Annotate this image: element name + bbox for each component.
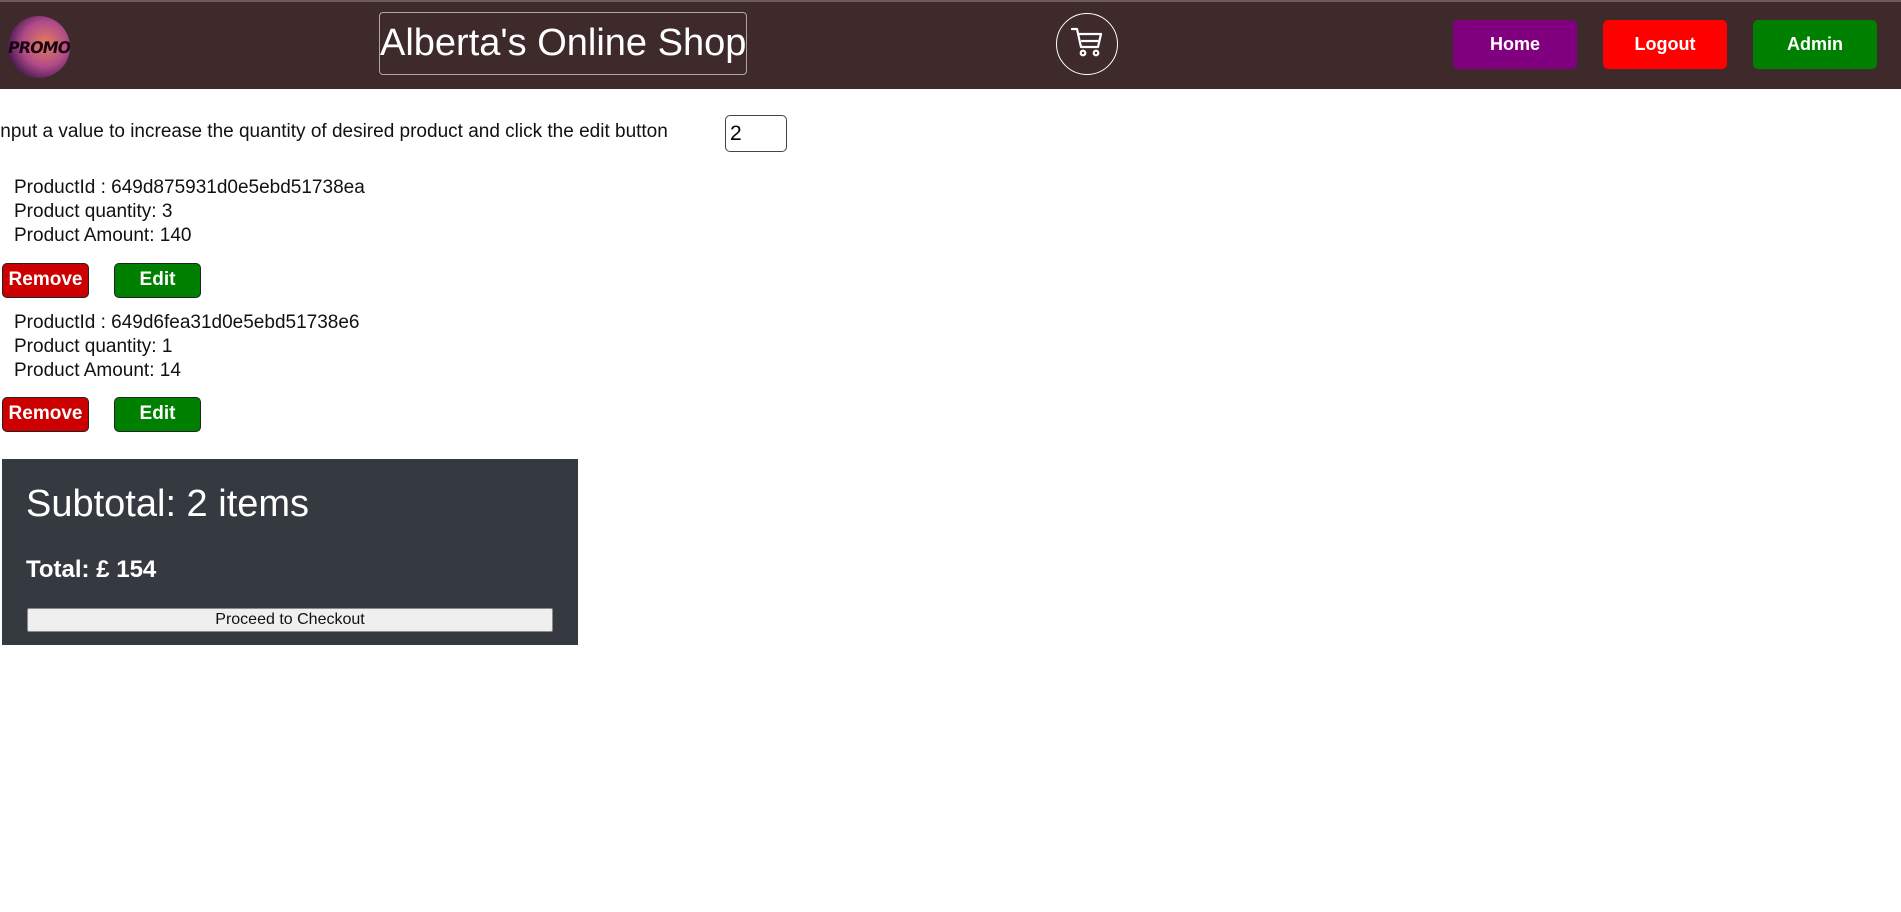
product-id: ProductId : 649d875931d0e5ebd51738ea: [14, 177, 365, 198]
cart-button[interactable]: [1056, 13, 1118, 75]
total-text: Total: £ 154: [26, 556, 157, 583]
home-button[interactable]: Home: [1453, 20, 1577, 69]
admin-button[interactable]: Admin: [1753, 20, 1877, 69]
product-id: ProductId : 649d6fea31d0e5ebd51738e6: [14, 312, 360, 333]
cart-item: ProductId : 649d6fea31d0e5ebd51738e6 Pro…: [14, 311, 359, 383]
product-amount: Product Amount: 14: [14, 360, 181, 381]
cart-item: ProductId : 649d875931d0e5ebd51738ea Pro…: [14, 176, 365, 248]
edit-button[interactable]: Edit: [114, 263, 201, 298]
top-navbar: PROMO Alberta's Online Shop Home Logout …: [0, 0, 1901, 89]
logo-text: PROMO: [8, 37, 70, 57]
shop-logo[interactable]: PROMO: [8, 16, 70, 78]
product-quantity: Product quantity: 3: [14, 201, 173, 222]
product-amount: Product Amount: 140: [14, 225, 192, 246]
product-quantity: Product quantity: 1: [14, 336, 173, 357]
edit-button[interactable]: Edit: [114, 397, 201, 432]
shop-title[interactable]: Alberta's Online Shop: [379, 12, 747, 75]
quantity-instruction: Input a value to increase the quantity o…: [0, 121, 668, 142]
proceed-to-checkout-button[interactable]: Proceed to Checkout: [27, 608, 553, 632]
remove-button[interactable]: Remove: [2, 397, 89, 432]
order-summary: Subtotal: 2 items Total: £ 154 Proceed t…: [2, 459, 578, 645]
shopping-cart-icon: [1070, 27, 1103, 62]
logout-button[interactable]: Logout: [1603, 20, 1727, 69]
quantity-input[interactable]: [725, 115, 787, 152]
subtotal-text: Subtotal: 2 items: [26, 483, 310, 525]
remove-button[interactable]: Remove: [2, 263, 89, 298]
